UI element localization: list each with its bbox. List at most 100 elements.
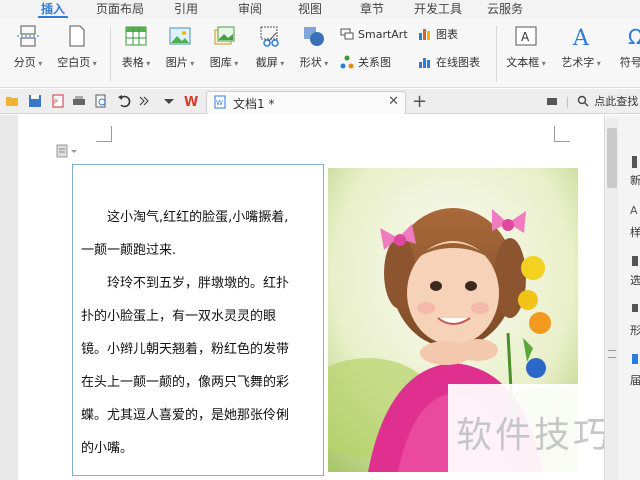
page-break-button[interactable]: 分页 [6, 24, 50, 70]
tab-insert[interactable]: 插入 [32, 1, 74, 19]
side-label-shape[interactable]: 形 [630, 322, 640, 338]
side-label-new[interactable]: 新 [630, 172, 640, 188]
save-icon[interactable] [28, 94, 42, 108]
gallery-label: 图库 [210, 56, 239, 69]
online-chart-button[interactable]: 在线图表 [418, 54, 480, 72]
more-chevron-icon[interactable] [137, 94, 151, 108]
print-preview-icon[interactable] [94, 94, 108, 108]
tab-references[interactable]: 引用 [164, 1, 208, 17]
vertical-scrollbar[interactable] [606, 118, 618, 480]
close-tab-icon[interactable]: ✕ [388, 94, 399, 109]
blank-page-button[interactable]: 空白页 [52, 24, 102, 70]
document-tab[interactable]: W 文档1 * ✕ [206, 91, 406, 114]
page-break-label: 分页 [14, 56, 43, 69]
tab-cloud[interactable]: 云服务 [480, 1, 530, 17]
paragraph-1-line-2: 一颠一颠跑过来. [81, 243, 177, 258]
symbol-button[interactable]: Ω 符号 [614, 24, 640, 70]
textbox-label: 文本框 [506, 56, 546, 69]
shape-button[interactable]: 形状 [294, 24, 334, 70]
search-hint: 点此查找 [594, 95, 639, 108]
relation-icon [340, 55, 354, 69]
watermark-text: 软件技巧 [456, 415, 613, 456]
svg-text:A: A [521, 30, 530, 44]
crop-mark [554, 126, 570, 142]
ribbon-divider [496, 26, 497, 82]
side-label-select[interactable]: 选 [630, 272, 640, 288]
gallery-icon [214, 26, 235, 45]
omega-icon: Ω [628, 25, 640, 48]
paragraph-2-line-2: 扑的小脸蛋上，有一双水灵灵的眼 [81, 309, 277, 324]
table-label: 表格 [122, 56, 151, 69]
relation-chart-button[interactable]: 关系图 [340, 54, 391, 72]
export-pdf-icon[interactable]: P [51, 94, 65, 108]
table-button[interactable]: 表格 [116, 24, 156, 70]
picture-icon [169, 27, 191, 45]
mail-icon [547, 98, 557, 105]
online-chart-label: 在线图表 [436, 56, 480, 69]
paragraph-2-line-1: 玲玲不到五岁，胖墩墩的。红扑 [107, 276, 290, 291]
wordart-icon: A [572, 26, 590, 48]
blank-page-label: 空白页 [57, 56, 97, 69]
paragraph-2-line-3: 镜。小辫儿朝天翘着，粉红色的发带 [81, 342, 290, 357]
wps-logo-icon[interactable]: W [184, 94, 198, 108]
textbox-icon: A [515, 26, 537, 46]
textbox-button[interactable]: A 文本框 [502, 24, 550, 70]
paragraph-2-line-4: 在头上一颠一颠的，像两只飞舞的彩 [81, 375, 290, 390]
bar-chart-icon [419, 29, 430, 40]
svg-text:W: W [184, 95, 198, 108]
document-title: 文档1 * [233, 97, 275, 111]
screenshot-button[interactable]: 截屏 [250, 24, 290, 70]
smartart-icon [340, 28, 354, 40]
svg-text:Ω: Ω [628, 25, 640, 48]
search-area[interactable]: | 点此查找 [546, 93, 638, 109]
wordart-label: 艺术字 [561, 56, 601, 69]
side-label-property[interactable]: 届 [630, 372, 640, 388]
text-box[interactable]: 这小淘气,红红的脸蛋,小嘴撅着, 一颠一颠跑过来. 玲玲不到五岁，胖墩墩的。红扑… [72, 164, 324, 476]
side-new-icon [632, 156, 637, 168]
tab-page-layout[interactable]: 页面布局 [90, 1, 150, 17]
scroll-grip-icon[interactable] [608, 350, 616, 358]
scissors-icon [260, 26, 279, 47]
tab-review[interactable]: 审阅 [228, 1, 272, 17]
side-shape-icon [632, 304, 638, 312]
new-tab-icon[interactable]: + [412, 91, 427, 112]
scrollbar-thumb[interactable] [607, 128, 617, 188]
open-folder-icon[interactable] [5, 94, 19, 108]
dropdown-arrow-icon[interactable] [162, 94, 176, 108]
paragraph-2-line-6: 的小嘴。 [81, 441, 134, 456]
smartart-button[interactable]: SmartArt [340, 26, 408, 44]
screenshot-label: 截屏 [256, 56, 285, 69]
shape-label: 形状 [300, 56, 329, 69]
side-select-icon [632, 256, 638, 266]
svg-text:P: P [54, 99, 58, 106]
picture-label: 图片 [166, 56, 195, 69]
side-label-style[interactable]: 样 [630, 224, 640, 240]
ribbon: 分页 空白页 表格 图片 图库 截屏 形状 SmartArt 关系图 图表 在线… [0, 18, 640, 88]
table-icon [125, 26, 147, 46]
online-chart-icon [419, 58, 430, 68]
ribbon-divider [110, 26, 111, 82]
symbol-label: 符号 [620, 56, 640, 69]
svg-text:A: A [572, 26, 590, 48]
print-icon[interactable] [72, 94, 86, 108]
svg-text:W: W [216, 99, 223, 107]
search-icon [577, 95, 589, 107]
chart-button[interactable]: 图表 [418, 26, 458, 44]
side-property-icon [632, 354, 638, 364]
paragraph-1-line-1: 这小淘气,红红的脸蛋,小嘴撅着, [107, 210, 289, 225]
picture-button[interactable]: 图片 [160, 24, 200, 70]
paragraph-2-line-5: 蝶。尤其逗人喜爱的，是她那张伶俐 [81, 408, 290, 423]
chart-label: 图表 [436, 28, 458, 41]
quick-access-bar: P W W 文档1 * ✕ + | 点此查找 [0, 89, 640, 114]
crop-mark [96, 126, 112, 142]
tab-chapter[interactable]: 章节 [350, 1, 394, 17]
wordart-button[interactable]: A 艺术字 [556, 24, 606, 70]
tab-developer[interactable]: 开发工具 [408, 1, 468, 17]
shape-icon [304, 27, 324, 46]
relation-label: 关系图 [358, 56, 391, 69]
paragraph-layout-icon[interactable] [56, 144, 80, 158]
undo-icon[interactable] [117, 94, 131, 108]
smartart-label: SmartArt [358, 28, 408, 41]
gallery-button[interactable]: 图库 [204, 24, 244, 70]
tab-view[interactable]: 视图 [288, 1, 332, 17]
